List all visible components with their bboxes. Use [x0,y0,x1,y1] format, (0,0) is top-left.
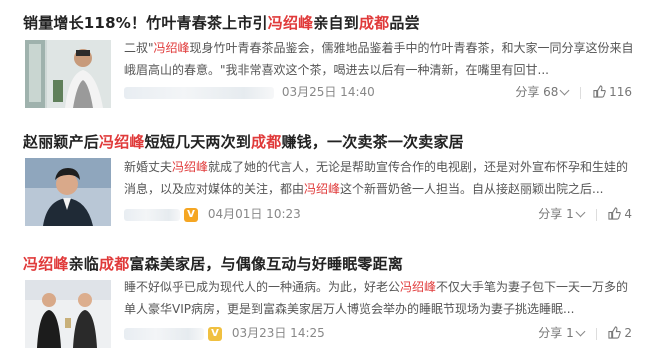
keyword-highlight: 冯绍峰 [400,280,437,294]
article-meta: 03月25日 14:40 [124,83,375,100]
text-segment: 二叔" [124,41,154,55]
publish-date: 03月25日 14:40 [281,85,375,99]
article-thumbnail[interactable] [25,280,111,348]
portrait-image [25,158,111,226]
article-actions: 分享 1 4 [538,205,632,222]
keyword-highlight: 成都 [358,14,390,32]
thumbs-up-icon [593,85,606,98]
divider [595,208,597,221]
text-segment: 赚钱，一次卖茶一次卖家居 [281,133,464,151]
article-actions: 分享 1 2 [538,324,632,341]
thumbs-up-icon [608,207,622,220]
publish-date: 04月01日 10:23 [207,207,301,221]
article-thumbnail[interactable] [25,158,111,226]
chevron-down-icon [575,207,586,218]
share-label: 分享 68 [515,85,559,99]
chevron-down-icon [575,326,586,337]
verified-badge-icon: V [208,326,222,341]
source-name[interactable] [124,327,204,340]
article-title[interactable]: 冯绍峰亲临成都富森美家居，与偶像互动与好睡眠零距离 [23,253,403,274]
event-photo-image [25,280,111,348]
article-title[interactable]: 赵丽颖产后冯绍峰短短几天两次到成都赚钱，一次卖茶一次卖家居 [23,131,464,152]
divider [580,86,582,99]
article-thumbnail[interactable] [25,40,111,108]
divider [595,327,597,340]
article-snippet: 睡不好似乎已成为现代人的一种通病。为此，好老公冯绍峰不仅大手笔为妻子包下一天一万… [124,276,636,320]
keyword-highlight: 成都 [251,133,282,151]
article-snippet: 新婚丈夫冯绍峰就成了她的代言人，无论是帮助宣传合作的电视剧，还是对外宣布怀孕和生… [124,156,636,200]
publish-date: 03月23日 14:25 [231,326,325,340]
text-segment: 新婚丈夫 [124,160,173,174]
source-name[interactable] [124,86,274,99]
like-button[interactable]: 116 [593,85,632,99]
keyword-highlight: 冯绍峰 [23,255,69,273]
share-label: 分享 1 [538,326,574,340]
like-count: 4 [624,207,632,221]
like-button[interactable]: 2 [608,326,632,340]
article-snippet: 二叔"冯绍峰现身竹叶青春茶品鉴会，儒雅地品鉴着手中的竹叶青春茶，和大家一同分享这… [124,37,636,81]
like-count: 116 [609,85,632,99]
keyword-highlight: 冯绍峰 [99,133,145,151]
share-label: 分享 1 [538,207,574,221]
tea-promo-image [25,40,111,108]
share-button[interactable]: 分享 1 [538,207,587,221]
keyword-highlight: 冯绍峰 [153,41,190,55]
text-segment: 亲自到 [313,14,359,32]
text-segment: 这个新晋奶爸一人担当。自从接赵丽颖出院之后... [340,182,604,196]
article-actions: 分享 68 116 [515,83,632,100]
keyword-highlight: 冯绍峰 [304,182,341,196]
keyword-highlight: 冯绍峰 [267,14,314,32]
text-segment: 赵丽颖产后 [23,133,100,151]
keyword-highlight: 成都 [99,255,130,273]
like-count: 2 [624,326,632,340]
chevron-down-icon [559,85,570,96]
share-button[interactable]: 分享 68 [515,85,572,99]
text-segment: 品尝 [389,14,420,32]
text-segment: 销量增长118%！竹叶青春茶上市引 [23,14,268,32]
article-title[interactable]: 销量增长118%！竹叶青春茶上市引冯绍峰亲自到成都品尝 [23,12,420,33]
text-segment: 短短几天两次到 [144,133,252,151]
text-segment: 富森美家居，与偶像互动与好睡眠零距离 [129,255,404,273]
text-segment: 亲临 [68,255,100,273]
article-meta: V 03月23日 14:25 [124,324,325,341]
text-segment: 睡不好似乎已成为现代人的一种通病。为此，好老公 [124,280,401,294]
verified-badge-icon: V [184,207,198,222]
thumbs-up-icon [608,326,622,339]
source-name[interactable] [124,208,180,221]
like-button[interactable]: 4 [608,207,632,221]
share-button[interactable]: 分享 1 [538,326,587,340]
text-segment: 现身竹叶青春茶品鉴会，儒雅地品鉴着手中的竹叶青春茶，和大家一同分享这份来自峨眉高… [124,41,634,77]
article-meta: V 04月01日 10:23 [124,205,301,222]
keyword-highlight: 冯绍峰 [172,160,209,174]
